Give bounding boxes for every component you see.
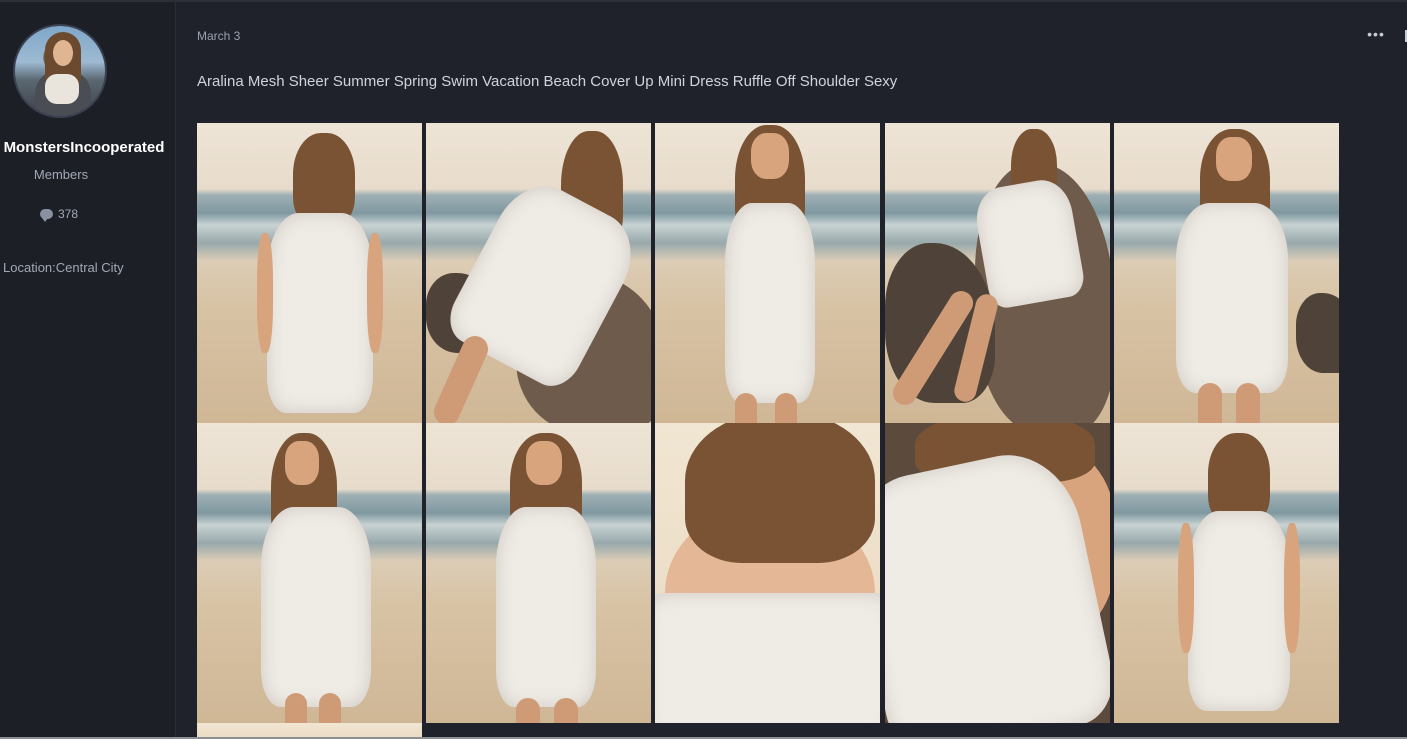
author-location: Location:Central City — [3, 260, 124, 275]
author-post-count: 378 — [40, 207, 79, 222]
author-panel: MonstersIncooperated Members 378 Locatio… — [0, 2, 176, 739]
author-avatar[interactable] — [13, 24, 107, 118]
post-date[interactable]: March 3 — [197, 29, 240, 43]
photo-back-view-beach-2[interactable] — [1114, 423, 1339, 723]
photo-back-view-beach[interactable] — [197, 123, 422, 423]
photo-closeup-off-shoulder[interactable] — [885, 423, 1110, 723]
photo-front-shoulder-tie[interactable] — [655, 123, 880, 423]
photo-sitting-rock-legs[interactable] — [885, 123, 1110, 423]
avatar-face-shape — [53, 40, 73, 66]
comment-bubble-icon — [40, 209, 53, 222]
ellipsis-icon[interactable]: ••• — [1366, 27, 1386, 44]
post-count-value: 378 — [58, 207, 79, 221]
photo-front-off-shoulder[interactable] — [1114, 123, 1339, 423]
author-username[interactable]: MonstersIncooperated — [0, 139, 174, 156]
avatar-top-shape — [45, 74, 79, 104]
forum-post: MonstersIncooperated Members 378 Locatio… — [0, 0, 1407, 739]
photo-front-walking[interactable] — [426, 423, 651, 723]
author-group: Members — [33, 167, 89, 182]
photo-leaning-rock-side[interactable] — [426, 123, 651, 423]
photo-closeup-neck-tie[interactable] — [655, 423, 880, 723]
image-gallery — [197, 123, 1340, 739]
photo-off-shoulder-turned[interactable] — [197, 423, 422, 723]
post-title: Aralina Mesh Sheer Summer Spring Swim Va… — [197, 73, 898, 90]
